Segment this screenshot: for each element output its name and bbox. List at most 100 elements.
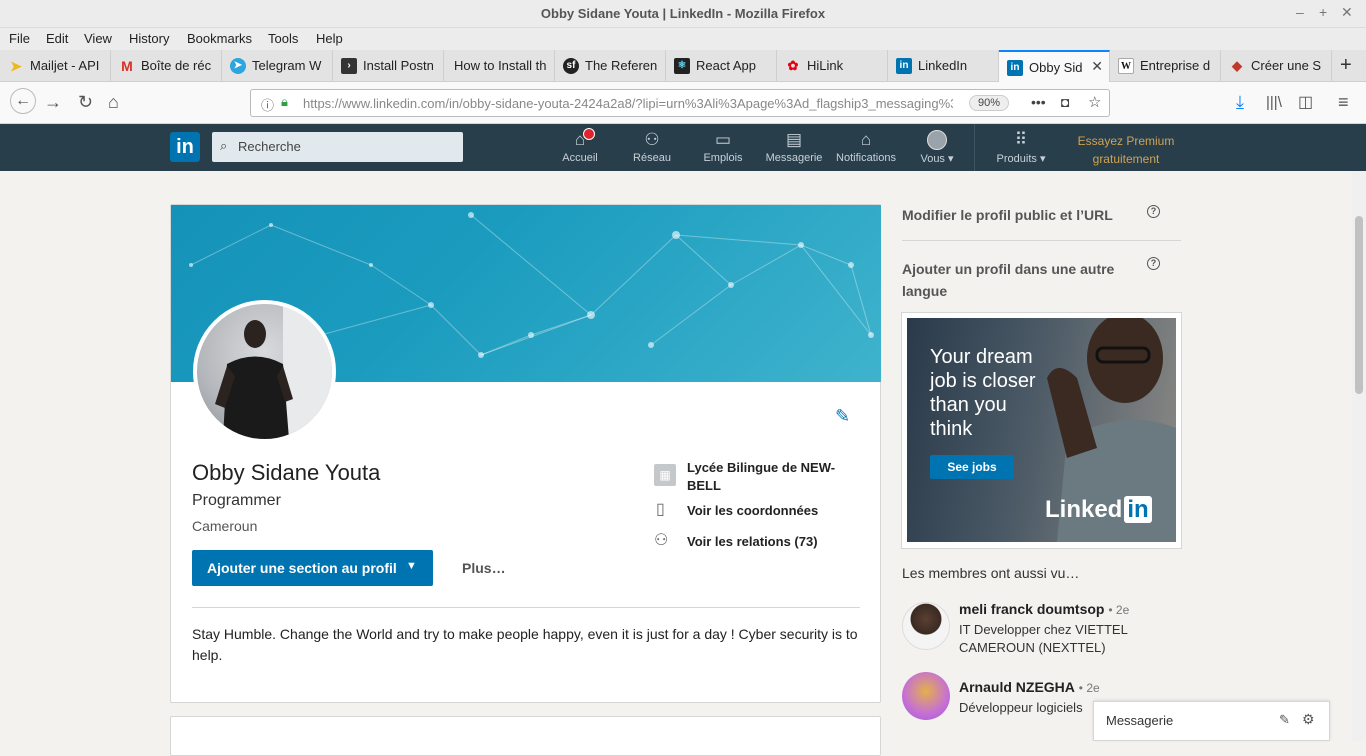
page-scrollbar[interactable] (1352, 171, 1366, 741)
address-bar[interactable]: ⓘ 🔒︎ https://www.linkedin.com/in/obby-si… (250, 89, 1110, 117)
connections-icon: ⚇ (654, 532, 669, 549)
member-item[interactable]: Arnauld NZEGHA • 2e (959, 679, 1100, 695)
tab-hilink[interactable]: ✿ HiLink (777, 50, 888, 82)
member-item[interactable]: meli franck doumtsop • 2e (959, 601, 1129, 617)
menu-view[interactable]: View (84, 31, 112, 46)
close-tab-icon[interactable]: ✕ (1091, 58, 1103, 75)
profile-card: ✎ Obby Sidane Youta Programmer Cameroun … (170, 204, 881, 703)
close-window-icon[interactable]: ✕ (1341, 4, 1353, 21)
zoom-level[interactable]: 90% (969, 95, 1009, 111)
next-section-card (170, 716, 881, 756)
linkedin-ad[interactable]: Your dream job is closer than you think … (907, 318, 1176, 542)
school-link[interactable]: Lycée Bilingue de NEW-BELL (687, 459, 847, 495)
linkedin-header: in ⌕ Recherche ⌂ Accueil ⚇ Réseau ▭ Empl… (0, 124, 1366, 171)
home-icon: ⌂ (574, 130, 586, 149)
tab-install-postman[interactable]: › Install Postn (333, 50, 444, 82)
also-viewed-heading: Les membres ont aussi vu… (902, 565, 1080, 581)
nav-produits[interactable]: ⠿ Produits ▾ (986, 130, 1056, 165)
search-input[interactable]: ⌕ Recherche (212, 132, 463, 162)
nav-emplois[interactable]: ▭ Emplois (688, 130, 758, 164)
window-title: Obby Sidane Youta | LinkedIn - Mozilla F… (540, 6, 826, 21)
menu-bookmarks[interactable]: Bookmarks (187, 31, 252, 46)
help-icon[interactable]: ? (1147, 205, 1160, 218)
profile-photo[interactable] (193, 300, 336, 443)
bell-icon: ⌂ (860, 130, 872, 149)
downloads-icon[interactable]: ⤓ (1236, 92, 1244, 113)
window-titlebar: Obby Sidane Youta | LinkedIn - Mozilla F… (0, 0, 1366, 28)
menu-help[interactable]: Help (316, 31, 343, 46)
url-text[interactable]: https://www.linkedin.com/in/obby-sidane-… (303, 96, 953, 111)
home-icon[interactable]: ⌂ (108, 92, 119, 113)
member-avatar[interactable] (902, 602, 950, 650)
chevron-down-icon: ▼ (406, 560, 417, 572)
more-button[interactable]: Plus… (462, 560, 506, 576)
settings-gear-icon[interactable]: ⚙ (1302, 711, 1315, 728)
tab-how-to-install[interactable]: How to Install th (444, 50, 555, 82)
tab-telegram[interactable]: ➤ Telegram W (222, 50, 333, 82)
sidebar-divider (902, 240, 1181, 241)
profile-headline: Programmer (192, 492, 281, 509)
contact-card-icon: ▯ (656, 501, 665, 518)
notification-dot (583, 128, 595, 140)
hamburger-menu-icon[interactable]: ≡ (1338, 92, 1349, 113)
page-icon: ◆ (1232, 58, 1242, 73)
pocket-icon[interactable]: ◘ (1061, 94, 1069, 110)
minimize-icon[interactable]: – (1296, 4, 1304, 20)
tab-obby-profile[interactable]: in Obby Sid ✕ (999, 50, 1110, 82)
help-icon[interactable]: ? (1147, 257, 1160, 270)
ad-headline: Your dream job is closer than you think (930, 346, 1036, 440)
nav-divider (974, 124, 975, 171)
linkedin-icon: in (896, 58, 912, 74)
symfony-icon: sf (563, 58, 579, 74)
add-language-profile-link[interactable]: Ajouter un profil dans une autre langue (902, 258, 1132, 302)
scrollbar-thumb[interactable] (1355, 216, 1363, 394)
menu-edit[interactable]: Edit (46, 31, 68, 46)
nav-vous[interactable]: Vous ▾ (902, 130, 972, 165)
tab-linkedin[interactable]: in LinkedIn (888, 50, 999, 82)
member-title: IT Developper chez VIETTEL CAMEROUN (NEX… (959, 622, 1128, 655)
menu-tools[interactable]: Tools (268, 31, 298, 46)
linkedin-logo[interactable]: in (170, 132, 200, 162)
tab-entreprise[interactable]: W Entreprise d (1110, 50, 1221, 82)
forward-icon[interactable]: → (44, 92, 62, 113)
edit-public-profile-link[interactable]: Modifier le profil public et l’URL (902, 207, 1113, 223)
tab-gmail[interactable]: M Boîte de réc (111, 50, 222, 82)
tab-creer-une[interactable]: ◆ Créer une S (1221, 50, 1332, 82)
edit-pencil-icon[interactable]: ✎ (835, 406, 850, 427)
info-icon[interactable]: ⓘ (261, 95, 274, 114)
school-icon: ▦ (654, 464, 676, 486)
menu-file[interactable]: File (9, 31, 30, 46)
menu-history[interactable]: History (129, 31, 169, 46)
nav-messagerie[interactable]: ▤ Messagerie (759, 130, 829, 164)
contact-info-link[interactable]: Voir les coordonnées (687, 503, 818, 518)
back-icon[interactable]: ← (10, 88, 36, 114)
messaging-overlay[interactable]: Messagerie ✎ ⚙ (1093, 701, 1330, 741)
new-tab-icon[interactable]: + (1340, 54, 1352, 77)
member-avatar[interactable] (902, 672, 950, 720)
sidebar-toggle-icon[interactable]: ◫ (1298, 92, 1313, 112)
nav-notifications[interactable]: ⌂ Notifications (831, 130, 901, 164)
page-actions-icon[interactable]: ••• (1031, 94, 1046, 110)
add-section-button[interactable]: Ajouter une section au profil ▼ (192, 550, 433, 586)
tab-react-app[interactable]: ⚛ React App (666, 50, 777, 82)
grid-icon: ⠿ (1014, 130, 1028, 149)
nav-reseau[interactable]: ⚇ Réseau (617, 130, 687, 164)
nav-accueil[interactable]: ⌂ Accueil (545, 128, 615, 164)
reload-icon[interactable]: ↻ (78, 92, 93, 113)
divider (192, 607, 860, 608)
premium-link[interactable]: Essayez Premium gratuitement (1066, 132, 1186, 168)
library-icon[interactable]: |||\ (1266, 94, 1282, 111)
compose-icon[interactable]: ✎ (1279, 712, 1290, 728)
telegram-icon: ➤ (230, 58, 246, 74)
lock-icon: 🔒︎ (281, 94, 288, 109)
connections-link[interactable]: Voir les relations (73) (687, 534, 818, 549)
tab-mailjet[interactable]: ➤ Mailjet - API (0, 50, 111, 82)
bookmark-star-icon[interactable]: ☆ (1088, 93, 1101, 111)
avatar-icon (927, 130, 947, 150)
linkedin-icon: in (1007, 60, 1023, 76)
maximize-icon[interactable]: + (1319, 4, 1327, 20)
ad-linkedin-logo: Linked in (1045, 496, 1152, 524)
see-jobs-button[interactable]: See jobs (930, 455, 1014, 479)
tab-symfony-reference[interactable]: sf The Referen (555, 50, 666, 82)
messaging-label: Messagerie (1106, 713, 1174, 728)
